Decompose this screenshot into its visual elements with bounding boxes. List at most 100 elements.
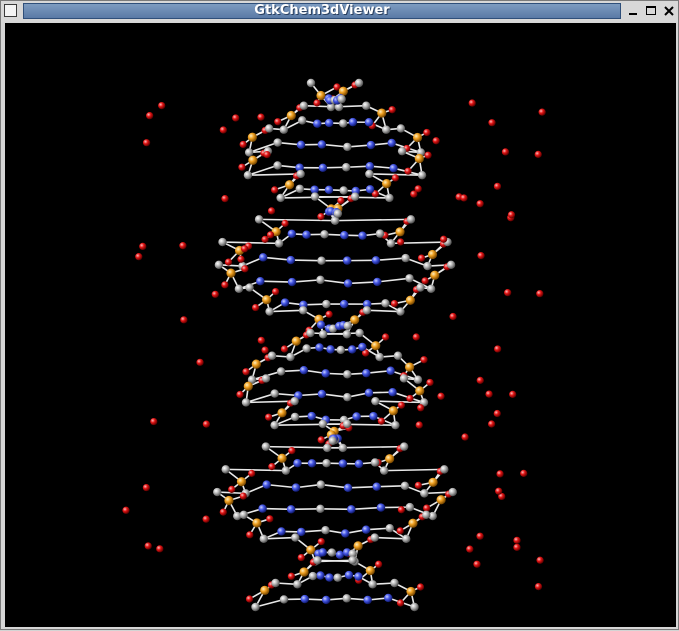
oxygen-atom [240, 141, 247, 148]
oxygen-atom [212, 291, 219, 298]
nitrogen-atom [388, 139, 396, 147]
nitrogen-atom [317, 321, 325, 329]
carbon-atom [400, 374, 408, 382]
carbon-atom [276, 194, 284, 202]
phosphorus-atom [248, 156, 257, 165]
nitrogen-atom [349, 118, 357, 126]
oxygen-atom [179, 242, 186, 249]
carbon-atom [420, 489, 428, 497]
oxygen-atom [236, 391, 243, 398]
carbon-atom [273, 138, 281, 146]
phosphorus-atom [377, 108, 386, 117]
close-button[interactable] [662, 4, 676, 18]
nitrogen-atom [372, 256, 380, 264]
carbon-atom [255, 215, 263, 223]
nitrogen-atom [345, 571, 353, 579]
bond [248, 165, 278, 175]
oxygen-atom [473, 561, 480, 568]
dna-molecule-render[interactable] [5, 23, 676, 627]
carbon-atom [387, 239, 395, 247]
oxygen-atom [488, 119, 495, 126]
phosphorus-atom [285, 180, 294, 189]
carbon-atom [280, 595, 288, 603]
phosphorus-atom [244, 382, 253, 391]
oxygen-atom [469, 99, 476, 106]
oxygen-atom [461, 433, 468, 440]
oxygen-atom [261, 346, 268, 353]
nitrogen-atom [281, 298, 289, 306]
oxygen-atom [391, 300, 398, 307]
carbon-atom [418, 171, 426, 179]
oxygen-atom [502, 148, 509, 155]
carbon-atom [271, 579, 279, 587]
oxygen-atom [240, 492, 247, 499]
nitrogen-atom [308, 412, 316, 420]
oxygen-atom [143, 139, 150, 146]
carbon-atom [376, 229, 384, 237]
minimize-button[interactable] [626, 4, 640, 18]
carbon-atom [309, 572, 317, 580]
oxygen-atom [397, 238, 404, 245]
phosphorus-atom [428, 250, 437, 259]
nitrogen-atom [388, 388, 396, 396]
carbon-atom [293, 580, 301, 588]
bond [367, 310, 401, 311]
carbon-atom [328, 548, 336, 556]
carbon-atom [260, 535, 268, 543]
oxygen-atom [420, 356, 427, 363]
carbon-atom [342, 163, 350, 171]
oxygen-atom [416, 421, 423, 428]
bond [260, 281, 292, 282]
oxygen-atom [423, 504, 430, 511]
carbon-atom [277, 367, 285, 375]
nitrogen-atom [373, 278, 381, 286]
nitrogen-atom [362, 369, 370, 377]
nitrogen-atom [258, 504, 266, 512]
carbon-atom [323, 444, 331, 452]
phosphorus-atom [260, 586, 269, 595]
carbon-atom [270, 421, 278, 429]
carbon-atom [316, 276, 324, 284]
carbon-atom [371, 397, 379, 405]
nitrogen-atom [386, 367, 394, 375]
carbon-atom [311, 192, 319, 200]
oxygen-atom [150, 418, 157, 425]
oxygen-atom [476, 533, 483, 540]
bond [375, 538, 407, 539]
carbon-atom [245, 283, 253, 291]
title-bar[interactable]: GtkChem3dViewer [1, 1, 678, 22]
nitrogen-atom [262, 480, 270, 488]
oxygen-atom [513, 544, 520, 551]
oxygen-atom [417, 583, 424, 590]
oxygen-atom [437, 393, 444, 400]
window-title[interactable]: GtkChem3dViewer [23, 3, 621, 19]
nitrogen-atom [325, 186, 333, 194]
nitrogen-atom [287, 505, 295, 513]
oxygen-atom [504, 289, 511, 296]
oxygen-atom [426, 379, 433, 386]
nitrogen-atom [313, 120, 321, 128]
nitrogen-atom [340, 300, 348, 308]
phosphorus-atom [385, 454, 394, 463]
carbon-atom [351, 192, 359, 200]
carbon-atom [296, 170, 304, 178]
carbon-atom [320, 230, 328, 238]
carbon-atom [245, 148, 253, 156]
carbon-atom [339, 186, 347, 194]
phosphorus-atom [226, 269, 235, 278]
window-menu-icon[interactable] [4, 4, 17, 17]
carbon-atom [363, 306, 371, 314]
nitrogen-atom [293, 459, 301, 467]
nitrogen-atom [302, 231, 310, 239]
molecule-viewport[interactable] [5, 23, 676, 627]
carbon-atom [306, 329, 314, 337]
carbon-atom [371, 458, 379, 466]
nitrogen-atom [308, 459, 316, 467]
oxygen-atom [397, 527, 404, 534]
maximize-button[interactable] [644, 4, 658, 18]
oxygen-atom [513, 537, 520, 544]
carbon-atom [343, 420, 351, 428]
phosphorus-atom [287, 111, 296, 120]
nitrogen-atom [366, 162, 374, 170]
carbon-atom [407, 215, 415, 223]
